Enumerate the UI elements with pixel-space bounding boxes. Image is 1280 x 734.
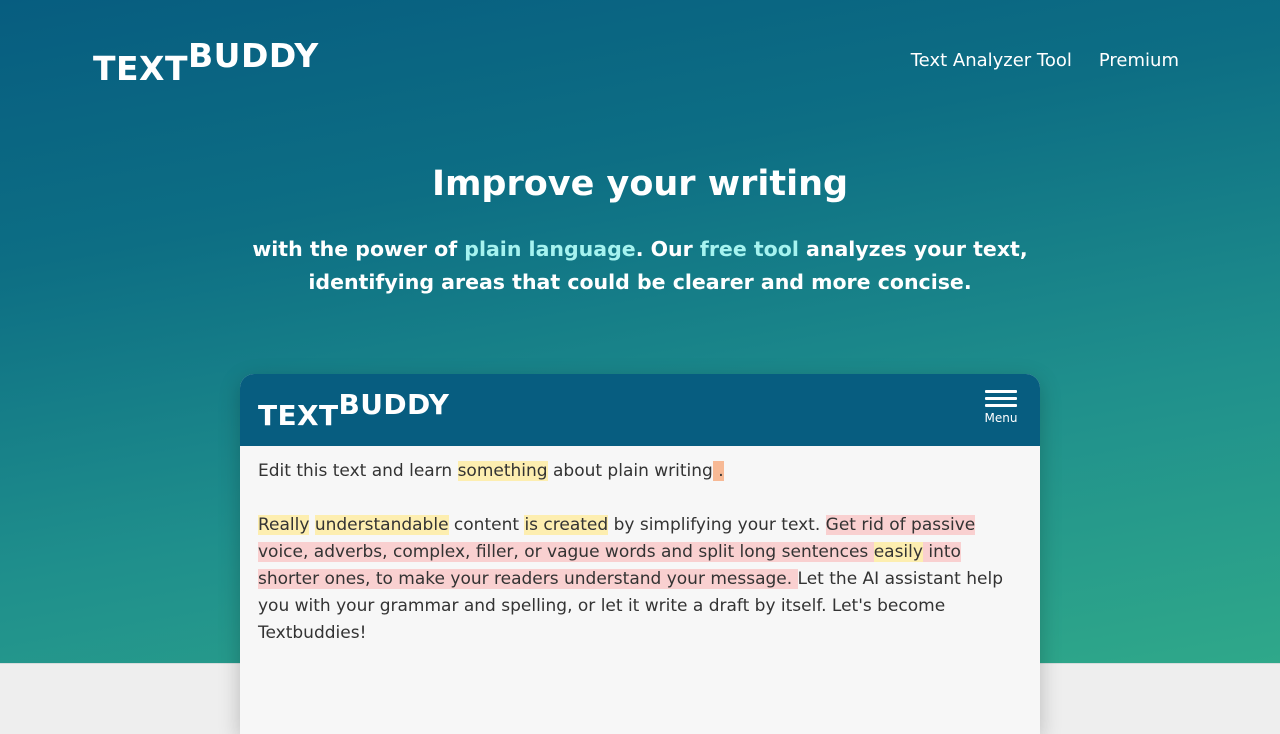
page-headline: Improve your writing [431, 164, 849, 204]
highlight-yellow: Really [258, 515, 310, 535]
logo-text-part1: TEXT [93, 48, 189, 88]
hamburger-icon [985, 390, 1017, 393]
hero-subheadline: with the power of plain language. Our fr… [250, 233, 1030, 299]
menu-label: Menu [984, 411, 1018, 425]
highlight-yellow: is created [524, 515, 609, 535]
editor-text: by simplifying your text. [608, 515, 826, 535]
highlight-orange: . [712, 461, 724, 481]
highlight-yellow: something [457, 461, 548, 481]
sub-text-2: . Our [635, 237, 700, 261]
hamburger-icon-bar [985, 404, 1017, 407]
nav-link-text-analyzer[interactable]: Text Analyzer Tool [911, 50, 1072, 71]
app-logo-part2: BUDDY [338, 388, 450, 421]
highlight-yellow: easily [873, 542, 923, 562]
editor-text: content [448, 515, 525, 535]
editor-text: about plain writing [547, 461, 713, 481]
hamburger-icon-bar [985, 397, 1017, 400]
text-editor-card: TEXTBUDDY Menu Edit this text and learn … [240, 374, 1040, 734]
editor-text: Edit this text and learn [258, 461, 458, 481]
menu-button[interactable]: Menu [984, 390, 1018, 425]
app-logo: TEXTBUDDY [258, 388, 450, 432]
site-logo[interactable]: TEXTBUDDY [93, 36, 319, 88]
app-header: TEXTBUDDY Menu [240, 374, 1040, 446]
editor-paragraph-2: Really understandable content is created… [258, 512, 1022, 647]
editor-paragraph-1: Edit this text and learn something about… [258, 458, 1022, 485]
highlight-yellow: understandable [314, 515, 449, 535]
plain-language-highlight: plain language [464, 237, 636, 261]
top-nav: Text Analyzer Tool Premium [911, 50, 1179, 71]
free-tool-highlight: free tool [699, 237, 799, 261]
nav-link-premium[interactable]: Premium [1099, 50, 1179, 71]
app-logo-part1: TEXT [258, 398, 339, 432]
logo-text-part2: BUDDY [188, 36, 319, 75]
sub-text-1: with the power of [252, 237, 465, 261]
text-editor[interactable]: Edit this text and learn something about… [240, 446, 1040, 647]
